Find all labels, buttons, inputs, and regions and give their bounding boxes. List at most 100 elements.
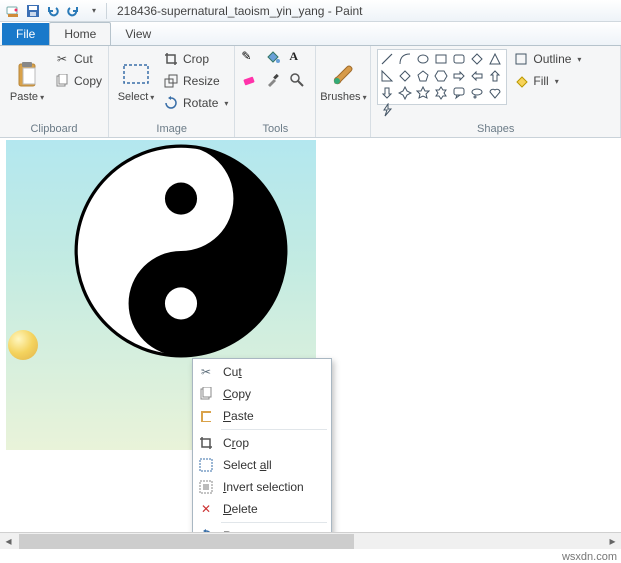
brushes-button[interactable]: Brushes	[322, 49, 364, 115]
shape-callout-icon[interactable]	[452, 86, 466, 100]
scroll-thumb[interactable]	[19, 534, 354, 549]
delete-icon: ✕	[197, 502, 215, 516]
horizontal-scrollbar[interactable]: ◂ ▸	[0, 532, 621, 549]
brushes-label: Brushes	[320, 91, 366, 103]
ctx-delete-label: Delete	[223, 502, 258, 516]
cut-button[interactable]: ✂ Cut	[54, 49, 102, 69]
shape-triangle-icon[interactable]	[488, 52, 502, 66]
ctx-delete[interactable]: ✕ Delete	[193, 498, 331, 520]
ctx-crop-label: Crop	[223, 436, 249, 450]
scissors-icon: ✂	[54, 51, 70, 67]
group-clipboard: Paste ✂ Cut Copy Clipboard	[0, 46, 109, 137]
pencil-icon[interactable]: ✎	[241, 49, 261, 68]
select-label: Select	[118, 91, 155, 103]
magnifier-icon[interactable]	[289, 72, 309, 91]
tab-home[interactable]: Home	[49, 22, 111, 45]
rotate-button[interactable]: Rotate	[163, 93, 228, 113]
copy-label: Copy	[74, 74, 102, 88]
tab-file[interactable]: File	[2, 23, 49, 45]
tab-view[interactable]: View	[111, 23, 165, 45]
save-icon[interactable]	[24, 2, 42, 20]
cut-label: Cut	[74, 52, 93, 66]
outline-icon	[513, 51, 529, 67]
shape-curve-icon[interactable]	[398, 52, 412, 66]
copy-icon	[197, 387, 215, 401]
copy-icon	[54, 73, 70, 89]
quick-access-toolbar	[4, 2, 102, 20]
shape-star4-icon[interactable]	[398, 86, 412, 100]
scroll-right-icon[interactable]: ▸	[604, 534, 621, 549]
shape-star6-icon[interactable]	[434, 86, 448, 100]
group-label-shapes: Shapes	[377, 121, 614, 135]
separator	[106, 3, 107, 19]
app-icon	[4, 2, 22, 20]
shape-pentagon-icon[interactable]	[416, 69, 430, 83]
copy-button[interactable]: Copy	[54, 71, 102, 91]
outline-label: Outline	[533, 52, 571, 66]
paste-label: Paste	[10, 91, 44, 103]
shape-roundrect-icon[interactable]	[452, 52, 466, 66]
crop-icon	[163, 51, 179, 67]
undo-icon[interactable]	[44, 2, 62, 20]
shape-arrowl-icon[interactable]	[470, 69, 484, 83]
fill-label: Fill	[533, 74, 548, 88]
paste-button[interactable]: Paste	[6, 49, 48, 115]
shape-cloud-icon[interactable]	[470, 86, 484, 100]
select-icon	[122, 61, 150, 89]
crop-button[interactable]: Crop	[163, 49, 228, 69]
eraser-icon[interactable]	[241, 72, 261, 91]
ctx-crop[interactable]: Crop	[193, 432, 331, 454]
rotate-icon	[163, 95, 179, 111]
shape-heart-icon[interactable]	[488, 86, 502, 100]
group-label-clipboard: Clipboard	[6, 121, 102, 135]
fill-button[interactable]: Fill	[513, 71, 581, 91]
group-tools: ✎ A Tools	[235, 46, 316, 137]
qat-customize-icon[interactable]	[84, 2, 102, 20]
scroll-left-icon[interactable]: ◂	[0, 534, 17, 549]
watermark: wsxdn.com	[562, 551, 617, 563]
redo-icon[interactable]	[64, 2, 82, 20]
group-image: Select Crop Resize Rotate Image	[109, 46, 235, 137]
outline-button[interactable]: Outline	[513, 49, 581, 69]
text-icon[interactable]: A	[289, 49, 309, 68]
ctx-divider	[221, 522, 327, 523]
group-label-image: Image	[115, 121, 228, 135]
eyedropper-icon[interactable]	[265, 72, 285, 91]
resize-button[interactable]: Resize	[163, 71, 228, 91]
shape-polygon-icon[interactable]	[470, 52, 484, 66]
rotate-label: Rotate	[183, 96, 218, 110]
ctx-paste[interactable]: Paste	[193, 405, 331, 427]
ctx-cut-label: CutCut	[223, 365, 242, 379]
shapes-gallery[interactable]	[377, 49, 507, 105]
shape-line-icon[interactable]	[380, 52, 394, 66]
bucket-icon[interactable]	[265, 49, 285, 68]
ctx-select-all[interactable]: Select all	[193, 454, 331, 476]
ctx-select-all-label: Select all	[223, 458, 272, 472]
shape-hexagon-icon[interactable]	[434, 69, 448, 83]
shape-arrowr-icon[interactable]	[452, 69, 466, 83]
shape-lightning-icon[interactable]	[380, 103, 394, 117]
select-button[interactable]: Select	[115, 49, 157, 115]
crop-label: Crop	[183, 52, 209, 66]
shape-diamond-icon[interactable]	[398, 69, 412, 83]
resize-label: Resize	[183, 74, 220, 88]
select-all-icon	[197, 458, 215, 472]
ctx-cut[interactable]: ✂CutCut	[193, 361, 331, 383]
paste-icon	[13, 61, 41, 89]
shape-arrowu-icon[interactable]	[488, 69, 502, 83]
fill-icon	[513, 73, 529, 89]
shape-rect-icon[interactable]	[434, 52, 448, 66]
yin-yang-image	[74, 144, 288, 358]
ctx-copy[interactable]: Copy	[193, 383, 331, 405]
shape-oval-icon[interactable]	[416, 52, 430, 66]
ctx-invert-selection[interactable]: Invert selection	[193, 476, 331, 498]
title-bar: 218436-supernatural_taoism_yin_yang - Pa…	[0, 0, 621, 22]
ctx-divider	[221, 429, 327, 430]
shape-arrowd-icon[interactable]	[380, 86, 394, 100]
paste-icon	[197, 409, 215, 423]
ctx-paste-label: Paste	[223, 409, 254, 423]
group-label-brushes-spacer	[322, 121, 364, 135]
shape-rtriangle-icon[interactable]	[380, 69, 394, 83]
shape-star5-icon[interactable]	[416, 86, 430, 100]
group-brushes: Brushes	[316, 46, 371, 137]
